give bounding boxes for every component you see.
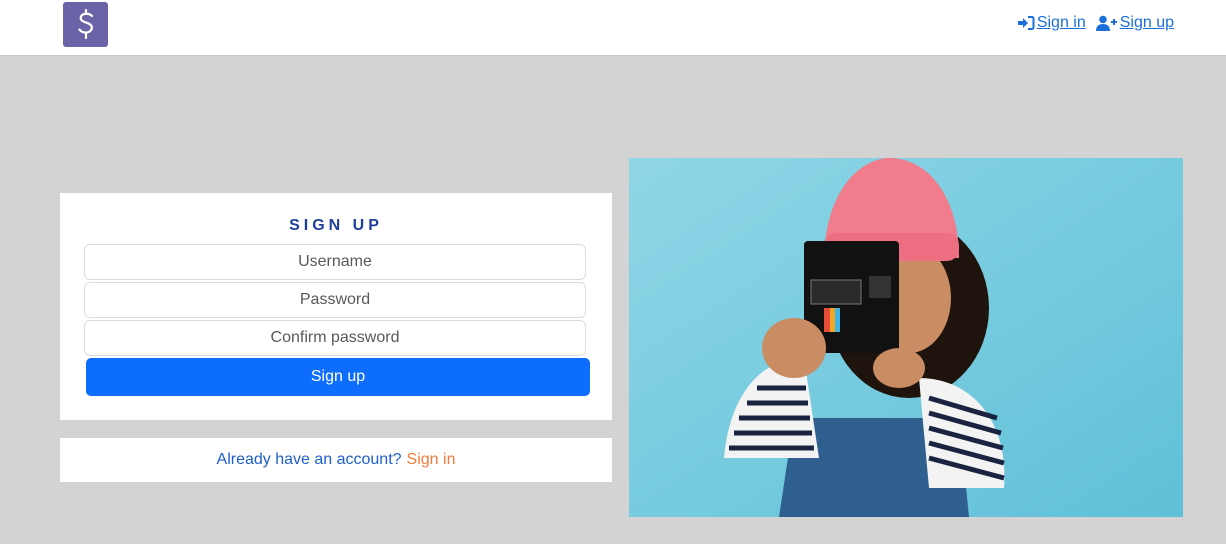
sign-in-icon bbox=[1017, 16, 1035, 30]
nav-links: Sign in Sign up bbox=[1017, 14, 1174, 32]
password-field[interactable] bbox=[84, 282, 586, 318]
nav-sign-up-label: Sign up bbox=[1119, 14, 1174, 31]
sign-up-form: SIGN UP Sign up bbox=[60, 193, 612, 420]
sign-in-prompt-text: Already have an account? bbox=[216, 451, 402, 468]
nav-sign-up-link[interactable]: Sign up bbox=[1095, 14, 1174, 32]
form-title: SIGN UP bbox=[289, 217, 383, 234]
nav-sign-in-link[interactable]: Sign in bbox=[1017, 14, 1086, 32]
child-with-camera-illustration bbox=[629, 158, 1183, 517]
confirm-password-input[interactable] bbox=[85, 320, 585, 356]
navbar: Sign in Sign up bbox=[0, 0, 1226, 56]
username-field[interactable] bbox=[84, 244, 586, 280]
sign-in-link[interactable]: Sign in bbox=[407, 451, 456, 469]
dollar-sign-icon bbox=[77, 8, 93, 39]
logo[interactable] bbox=[63, 2, 108, 47]
sign-up-button[interactable]: Sign up bbox=[86, 358, 590, 396]
nav-sign-in-label: Sign in bbox=[1036, 14, 1086, 31]
sign-in-prompt: Already have an account? Sign in bbox=[60, 438, 612, 482]
username-input[interactable] bbox=[85, 244, 585, 280]
confirm-password-field[interactable] bbox=[84, 320, 586, 356]
user-plus-icon bbox=[1095, 15, 1117, 31]
password-input[interactable] bbox=[85, 282, 585, 318]
hero-image bbox=[629, 158, 1183, 517]
